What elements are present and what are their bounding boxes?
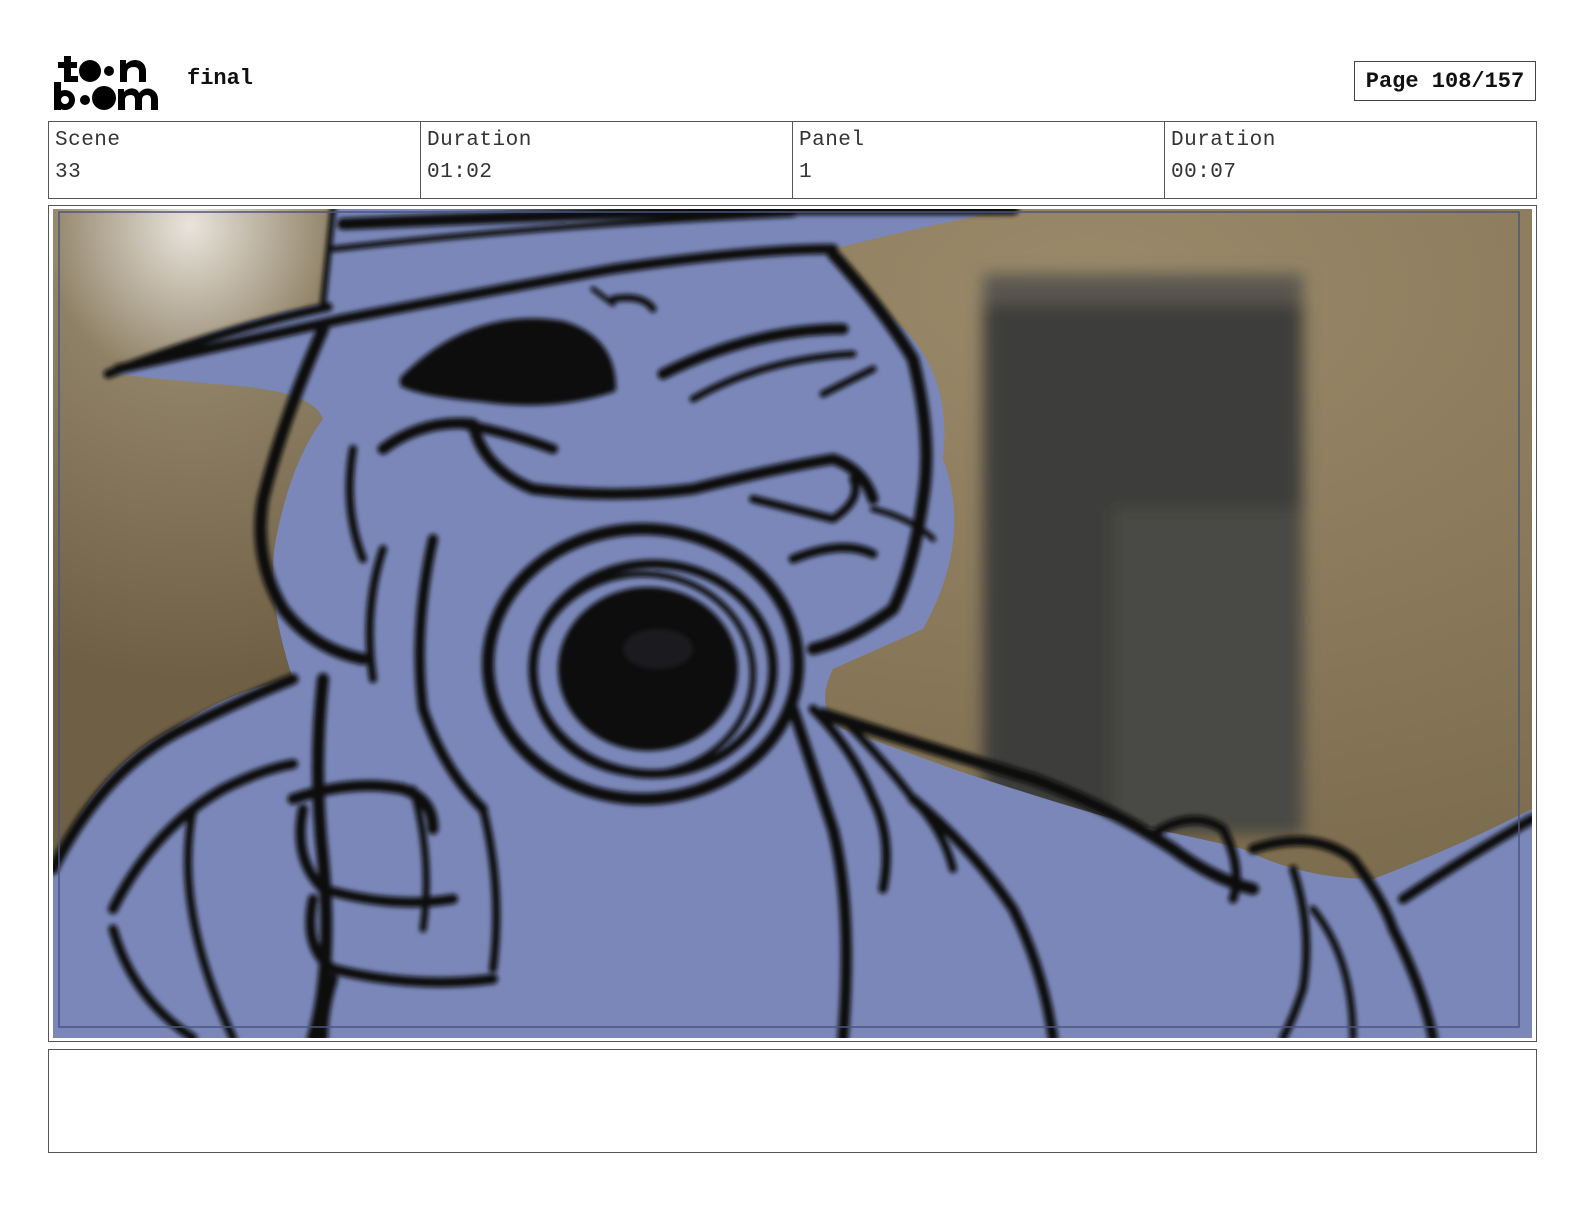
scene-duration-cell: Duration 01:02 <box>421 122 793 198</box>
page-indicator: Page 108/157 <box>1354 61 1536 101</box>
storyboard-panel-image <box>53 209 1532 1038</box>
panel-label: Panel <box>799 129 865 152</box>
gun-muzzle <box>558 587 738 751</box>
panel-duration-value: 00:07 <box>1171 161 1237 184</box>
scene-value: 33 <box>55 161 82 184</box>
panel-value: 1 <box>799 161 813 184</box>
scene-label: Scene <box>55 129 121 152</box>
background-doorway <box>983 274 1303 834</box>
panel-cell: Panel 1 <box>793 122 1165 198</box>
panel-notes-box <box>48 1049 1537 1153</box>
panel-duration-label: Duration <box>1171 129 1276 152</box>
scene-cell: Scene 33 <box>49 122 421 198</box>
panel-duration-cell: Duration 00:07 <box>1165 122 1536 198</box>
storyboard-panel-frame <box>48 205 1537 1042</box>
scene-duration-value: 01:02 <box>427 161 493 184</box>
toon-boom-logo <box>52 52 162 112</box>
document-title: final <box>187 66 254 91</box>
scene-info-table: Scene 33 Duration 01:02 Panel 1 Duration… <box>48 121 1537 199</box>
scene-duration-label: Duration <box>427 129 532 152</box>
